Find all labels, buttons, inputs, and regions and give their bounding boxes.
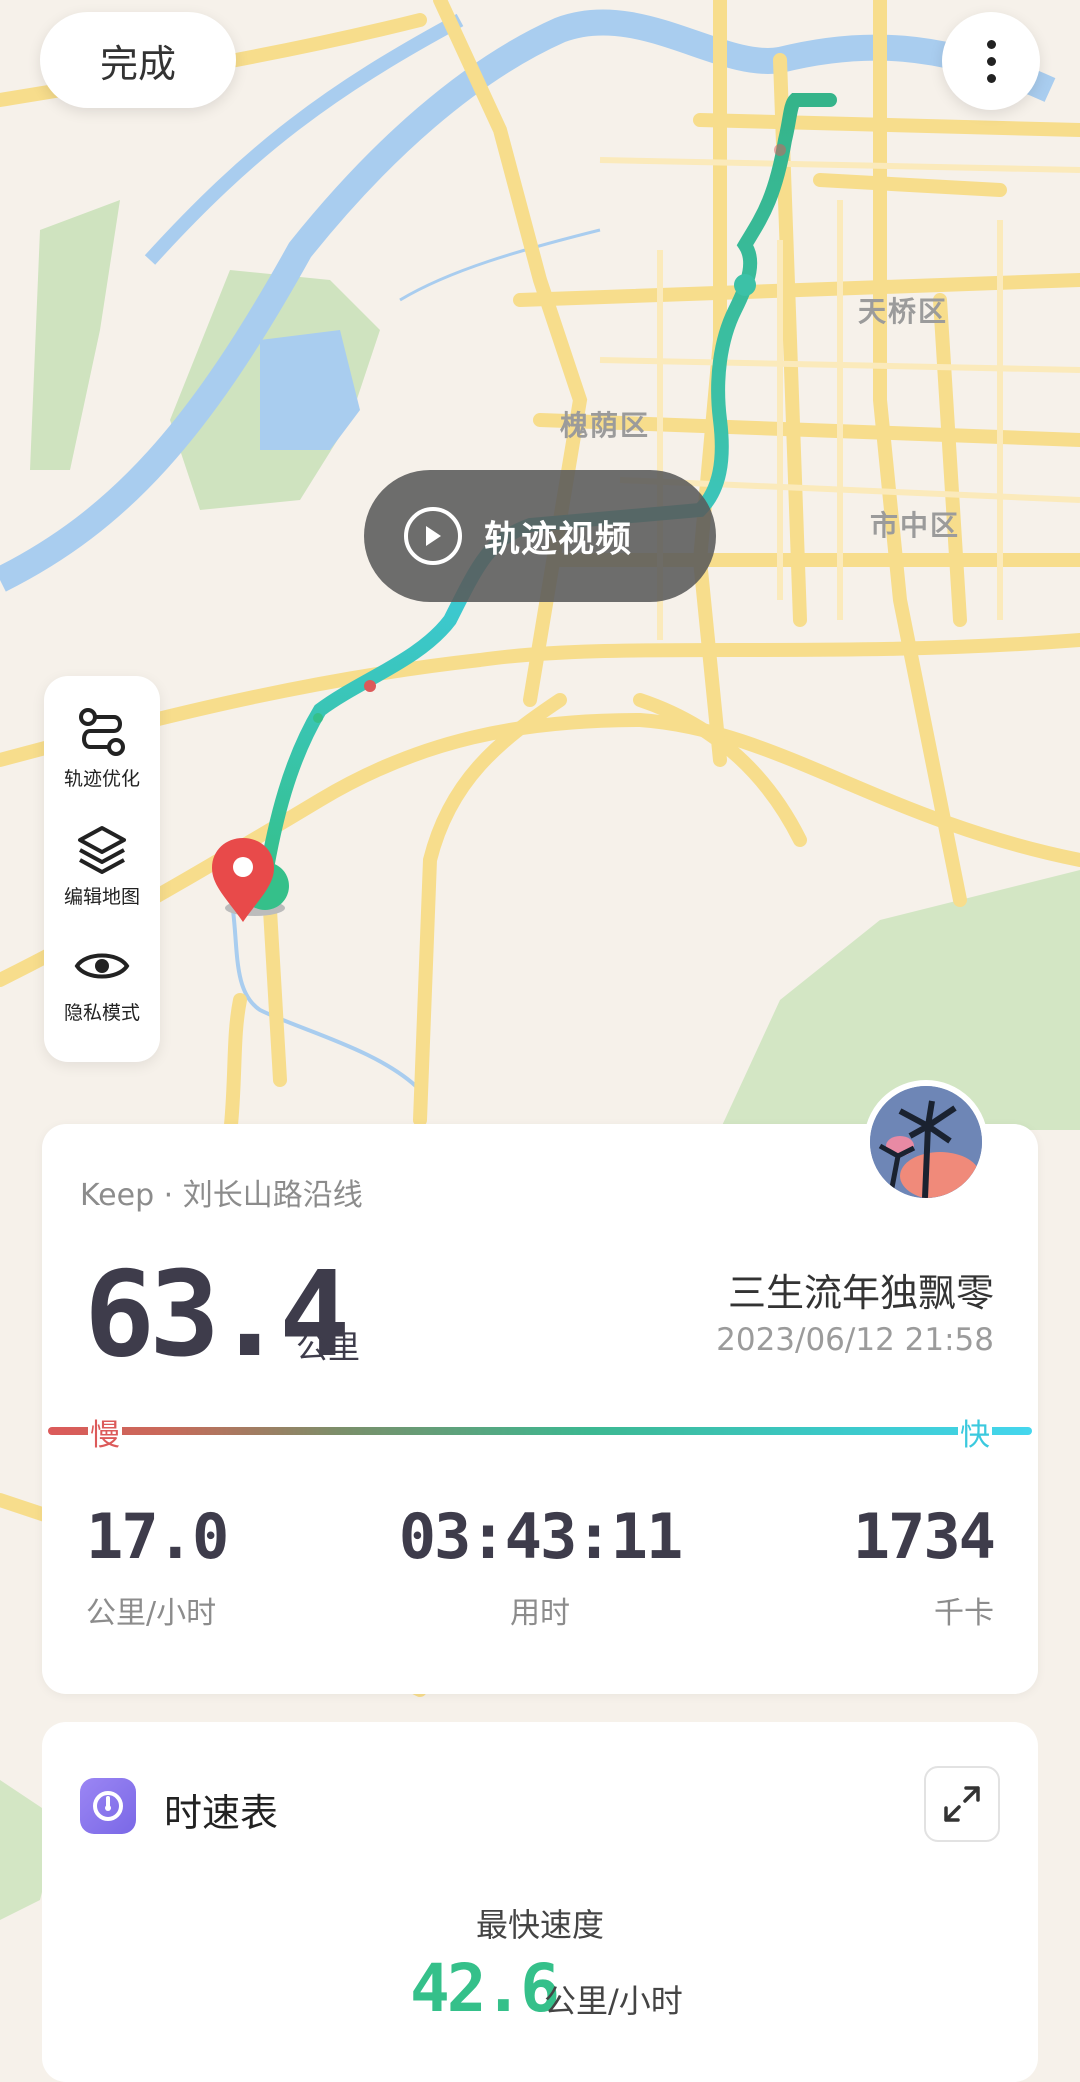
fast-label: 快 bbox=[958, 1410, 992, 1454]
avatar[interactable] bbox=[864, 1080, 988, 1204]
tool-edit-map[interactable]: 编辑地图 bbox=[44, 822, 160, 909]
layers-icon bbox=[44, 822, 160, 878]
done-button[interactable]: 完成 bbox=[40, 12, 236, 108]
slow-label: 慢 bbox=[88, 1410, 122, 1454]
km-marker bbox=[734, 274, 756, 296]
tool-label: 隐私模式 bbox=[63, 1002, 140, 1024]
distance-unit: 公里 bbox=[296, 1328, 361, 1366]
activity-source: Keep · 刘长山路沿线 bbox=[80, 1178, 363, 1213]
slow-segment-marker bbox=[364, 680, 376, 692]
calories-value: 1734 bbox=[852, 1500, 996, 1573]
done-label: 完成 bbox=[99, 41, 176, 86]
max-speed-value: 42.6 bbox=[410, 1950, 560, 2027]
track-video-label: 轨迹视频 bbox=[484, 519, 633, 560]
track-video-button[interactable]: 轨迹视频 bbox=[364, 470, 716, 602]
speed-gradient-bar bbox=[48, 1427, 1032, 1435]
tool-label: 轨迹优化 bbox=[63, 768, 140, 790]
tool-privacy-mode[interactable]: 隐私模式 bbox=[44, 938, 160, 1025]
eye-icon bbox=[44, 938, 160, 994]
map-toolbar: 轨迹优化 编辑地图 隐私模式 bbox=[44, 676, 160, 1062]
play-icon bbox=[404, 507, 462, 565]
more-vertical-icon bbox=[986, 39, 996, 83]
activity-datetime: 2023/06/12 21:58 bbox=[716, 1322, 994, 1358]
max-speed-label: 最快速度 bbox=[475, 1906, 604, 1944]
expand-button[interactable] bbox=[924, 1766, 1000, 1842]
duration-label: 用时 bbox=[510, 1596, 570, 1631]
expand-icon bbox=[944, 1786, 980, 1822]
route-optimize-icon bbox=[44, 704, 160, 760]
speedometer-icon bbox=[80, 1778, 136, 1834]
username: 三生流年独飘零 bbox=[727, 1271, 994, 1315]
tool-route-optimize[interactable]: 轨迹优化 bbox=[44, 704, 160, 791]
calories-label: 千卡 bbox=[934, 1596, 994, 1631]
location-pin-icon[interactable] bbox=[208, 836, 278, 926]
tool-label: 编辑地图 bbox=[63, 886, 140, 908]
more-button[interactable] bbox=[942, 12, 1040, 110]
max-speed-unit: 公里/小时 bbox=[544, 1982, 683, 2020]
speedometer-title: 时速表 bbox=[164, 1791, 279, 1835]
